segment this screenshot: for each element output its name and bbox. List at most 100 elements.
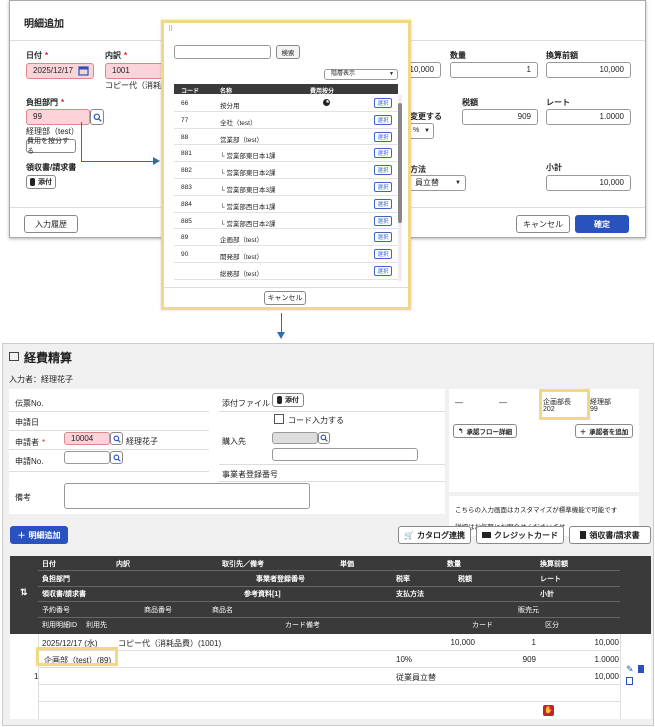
dept-search-button[interactable] (90, 109, 104, 125)
list-item[interactable]: 885 └ 営業部西日本2課 選択 (174, 213, 398, 230)
subtotal-input[interactable]: 10,000 (546, 175, 631, 191)
row-code: 885 (181, 217, 192, 225)
select-button[interactable]: 選択 (374, 232, 392, 243)
applicant-code-input[interactable]: 10004 (64, 432, 110, 445)
tax-amount-label: 税額 (462, 98, 478, 107)
list-item[interactable]: 総務部（test） 選択 (174, 263, 398, 280)
row-quantity: 1 (531, 638, 536, 647)
row-name: └ 営業部東日本2課 (220, 170, 276, 178)
vendor-label: 購入先 (222, 437, 246, 446)
row-code: 884 (181, 200, 192, 208)
select-button[interactable]: 選択 (374, 265, 392, 276)
row-rate: 1.0000 (594, 655, 619, 664)
select-button[interactable]: 選択 (374, 148, 392, 159)
list-item[interactable]: 77 全社（test） 選択 (174, 112, 398, 129)
select-button[interactable]: 選択 (374, 249, 392, 260)
vendor-code-input[interactable] (272, 432, 318, 444)
list-item[interactable]: 89 企画部（test） 選択 (174, 229, 398, 247)
search-icon (93, 113, 102, 122)
apply-no-search-button[interactable] (110, 451, 123, 464)
row-name: └ 営業部東日本3課 (220, 186, 276, 194)
payment-method-select[interactable]: 員立替 ▼ (408, 175, 466, 191)
row-tax-rate: 10% (396, 655, 413, 664)
connector-line (81, 122, 82, 162)
select-button[interactable]: 選択 (374, 215, 392, 226)
row-name: └ 営業部西日本1課 (220, 203, 276, 211)
allocate-cost-button[interactable]: 費用を按分する (26, 138, 76, 155)
row-code: 90 (181, 251, 189, 259)
row-name: └ 営業部西日本2課 (220, 220, 276, 228)
receipt-attach-button[interactable]: 添付 (26, 175, 56, 189)
credit-card-button[interactable]: クレジットカード (476, 526, 564, 544)
connector-line (281, 313, 282, 333)
display-mode-select[interactable]: 階層表示 ▼ (324, 69, 398, 80)
grid-header: ⇅ 日付 内訳 取引先／備考 単価 数量 換算前額 負担部門 事業者登録番号 税… (10, 556, 651, 634)
plus-icon: ＋ (579, 429, 587, 436)
approval-flow-button[interactable]: ↰ 承認フロー詳細 (453, 424, 517, 438)
list-item[interactable]: 883 └ 営業部東日本3課 選択 (174, 179, 398, 196)
expense-panel: 経費精算 入力者：経理花子 伝票No. 申請日 申請者 * 10004 経理花子 … (2, 343, 654, 726)
search-icon (113, 454, 121, 462)
arrow-down-icon (277, 332, 285, 339)
chevron-down-icon: ▼ (389, 71, 394, 77)
select-button[interactable]: 選択 (374, 198, 392, 209)
apply-no-label: 申請No. (15, 457, 44, 466)
copy-icon[interactable] (626, 677, 633, 685)
popup-search-button[interactable]: 検索 (276, 45, 300, 59)
plus-icon: ＋ (17, 530, 26, 540)
dialog-confirm-button[interactable]: 確定 (575, 215, 629, 233)
add-approver-button[interactable]: ＋承認者を追加 (575, 424, 633, 438)
rate-input[interactable]: 1.0000 (546, 109, 631, 125)
business-reg-label: 事業者登録番号 (222, 470, 278, 479)
drag-handle-icon[interactable]: ⠿ (168, 25, 173, 33)
list-item[interactable]: 88 営業部（test） 選択 (174, 129, 398, 146)
sort-icon[interactable]: ⇅ (20, 587, 28, 598)
breakdown-label: 内訳 * (105, 51, 128, 60)
select-button[interactable]: 選択 (374, 165, 392, 176)
add-detail-button[interactable]: ＋明細追加 (10, 526, 68, 544)
breakdown-desc: コピー代（消耗品 (105, 81, 169, 90)
popup-search-input[interactable] (174, 45, 271, 59)
approver-dept-code: 99 (590, 406, 598, 413)
row-code: 66 (181, 100, 189, 107)
apply-no-input[interactable] (64, 451, 110, 464)
applicant-label: 申請者 * (15, 438, 46, 447)
book-icon (9, 352, 19, 361)
input-history-button[interactable]: 入力履歴 (24, 215, 78, 233)
receipt-label: 領収書/請求書 (26, 163, 77, 172)
row-code: 88 (181, 133, 189, 141)
select-button[interactable]: 選択 (374, 131, 392, 142)
vendor-name-input[interactable] (272, 448, 418, 461)
calendar-icon[interactable] (78, 65, 89, 76)
attach-file-button[interactable]: 添付 (272, 393, 304, 407)
row-name: 全社（test） (220, 119, 257, 127)
row-pre-convert: 10,000 (594, 638, 619, 647)
delete-icon[interactable] (638, 665, 644, 673)
popup-cancel-button[interactable]: キャンセル (264, 291, 306, 305)
row-breakdown: コピー代（消耗品費）(1001) (118, 639, 222, 648)
stamp-icon[interactable]: ✋ (543, 705, 554, 716)
vendor-search-button[interactable] (318, 432, 330, 444)
flow-icon: ↰ (458, 428, 464, 435)
popup-scrollbar[interactable] (398, 95, 402, 281)
select-button[interactable]: 選択 (374, 98, 392, 108)
breakdown-input[interactable]: 1001 (105, 63, 165, 79)
list-item[interactable]: 90 開発部（test） 選択 (174, 246, 398, 263)
receipt-button[interactable]: 領収書/請求書 (569, 526, 651, 544)
edit-icon[interactable]: ✎ (626, 664, 634, 675)
list-item[interactable]: 884 └ 営業部西日本1課 選択 (174, 196, 398, 213)
list-item[interactable]: 882 └ 営業部東日本2課 選択 (174, 162, 398, 179)
applicant-search-button[interactable] (110, 432, 123, 445)
catalog-button[interactable]: 🛒 カタログ連携 (398, 526, 471, 544)
remarks-textarea[interactable] (64, 483, 310, 509)
list-item[interactable]: 66 按分用 選択 (174, 95, 398, 112)
dialog-cancel-button[interactable]: キャンセル (516, 215, 570, 233)
row-tax-amount: 909 (522, 655, 536, 664)
list-item[interactable]: 881 └ 営業部東日本1課 選択 (174, 145, 398, 163)
tax-amount-input[interactable]: 909 (462, 109, 538, 125)
select-button[interactable]: 選択 (374, 114, 392, 125)
code-input-checkbox[interactable] (274, 414, 284, 424)
quantity-input[interactable]: 1 (450, 62, 538, 78)
pre-convert-input[interactable]: 10,000 (546, 62, 631, 78)
select-button[interactable]: 選択 (374, 181, 392, 192)
